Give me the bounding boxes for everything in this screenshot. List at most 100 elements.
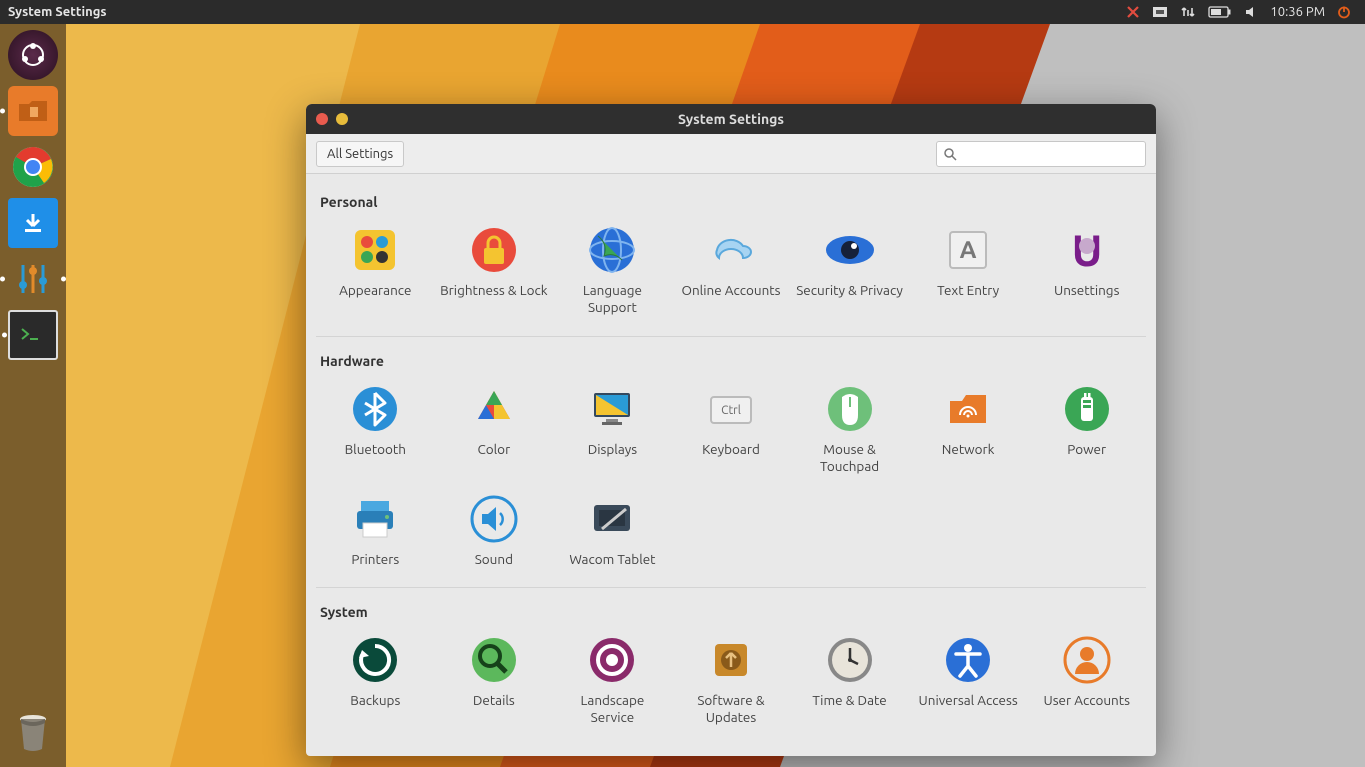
section-title: System <box>316 598 1146 628</box>
settings-item-label: Printers <box>351 551 399 568</box>
launcher-dash[interactable] <box>8 30 58 80</box>
all-settings-button[interactable]: All Settings <box>316 141 404 167</box>
settings-item-label: Language Support <box>558 282 666 316</box>
time-date-icon <box>824 634 876 686</box>
battery-indicator-icon[interactable] <box>1202 0 1238 24</box>
software-updates-icon <box>705 634 757 686</box>
search-icon <box>943 147 957 161</box>
settings-item-text-entry[interactable]: Text Entry <box>909 218 1028 328</box>
search-input[interactable] <box>963 147 1139 161</box>
settings-item-brightness-lock[interactable]: Brightness & Lock <box>435 218 554 328</box>
settings-item-label: Unsettings <box>1054 282 1119 299</box>
displays-icon <box>586 383 638 435</box>
search-box[interactable] <box>936 141 1146 167</box>
power-menu-icon[interactable] <box>1331 0 1357 24</box>
settings-item-printers[interactable]: Printers <box>316 487 435 580</box>
color-icon <box>468 383 520 435</box>
text-entry-icon <box>942 224 994 276</box>
settings-item-label: Sound <box>475 551 513 568</box>
close-indicator-icon[interactable] <box>1120 0 1146 24</box>
sound-indicator-icon[interactable] <box>1238 0 1264 24</box>
settings-item-backups[interactable]: Backups <box>316 628 435 738</box>
online-accounts-icon <box>705 224 757 276</box>
settings-item-label: Brightness & Lock <box>440 282 548 299</box>
settings-item-label: Power <box>1067 441 1106 458</box>
settings-item-label: Network <box>942 441 995 458</box>
settings-item-label: Mouse & Touchpad <box>796 441 904 475</box>
settings-item-language[interactable]: Language Support <box>553 218 672 328</box>
printers-icon <box>349 493 401 545</box>
settings-item-bluetooth[interactable]: Bluetooth <box>316 377 435 487</box>
launcher-terminal[interactable] <box>8 310 58 360</box>
power-icon <box>1061 383 1113 435</box>
settings-item-displays[interactable]: Displays <box>553 377 672 487</box>
settings-item-label: Backups <box>350 692 400 709</box>
settings-item-sound[interactable]: Sound <box>435 487 554 580</box>
launcher-trash[interactable] <box>8 707 58 757</box>
settings-item-color[interactable]: Color <box>435 377 554 487</box>
sound-icon <box>468 493 520 545</box>
details-icon <box>468 634 520 686</box>
settings-item-label: Security & Privacy <box>796 282 903 299</box>
all-settings-label: All Settings <box>327 147 393 161</box>
settings-item-power[interactable]: Power <box>1027 377 1146 487</box>
launcher-chrome[interactable] <box>8 142 58 192</box>
settings-item-mouse[interactable]: Mouse & Touchpad <box>790 377 909 487</box>
window-toolbar: All Settings <box>306 134 1156 174</box>
settings-item-label: Keyboard <box>702 441 760 458</box>
window-minimize-button[interactable] <box>336 113 348 125</box>
settings-item-label: Color <box>477 441 510 458</box>
window-close-button[interactable] <box>316 113 328 125</box>
keyboard-icon <box>705 383 757 435</box>
settings-item-software-updates[interactable]: Software & Updates <box>672 628 791 738</box>
network-icon <box>942 383 994 435</box>
network-indicator-icon[interactable] <box>1174 0 1202 24</box>
settings-item-label: Universal Access <box>919 692 1018 709</box>
window-titlebar[interactable]: System Settings <box>306 104 1156 134</box>
settings-item-security-privacy[interactable]: Security & Privacy <box>790 218 909 328</box>
launcher-files[interactable] <box>8 86 58 136</box>
launcher <box>0 24 66 767</box>
settings-item-online-accounts[interactable]: Online Accounts <box>672 218 791 328</box>
brightness-lock-icon <box>468 224 520 276</box>
settings-item-label: Online Accounts <box>682 282 781 299</box>
settings-item-label: Text Entry <box>937 282 999 299</box>
wacom-icon <box>586 493 638 545</box>
settings-item-network[interactable]: Network <box>909 377 1028 487</box>
universal-access-icon <box>942 634 994 686</box>
settings-item-time-date[interactable]: Time & Date <box>790 628 909 738</box>
backups-icon <box>349 634 401 686</box>
window-title: System Settings <box>306 111 1156 127</box>
settings-item-details[interactable]: Details <box>435 628 554 738</box>
top-panel: System Settings 10:36 PM <box>0 0 1365 24</box>
settings-item-user-accounts[interactable]: User Accounts <box>1027 628 1146 738</box>
launcher-settings-sliders[interactable] <box>8 254 58 304</box>
launcher-download[interactable] <box>8 198 58 248</box>
settings-item-label: Details <box>473 692 515 709</box>
keyboard-layout-indicator[interactable] <box>1146 0 1174 24</box>
section-title: Hardware <box>316 347 1146 377</box>
settings-item-unsettings[interactable]: Unsettings <box>1027 218 1146 328</box>
mouse-icon <box>824 383 876 435</box>
settings-item-label: Wacom Tablet <box>569 551 655 568</box>
security-privacy-icon <box>824 224 876 276</box>
settings-item-label: Bluetooth <box>345 441 406 458</box>
settings-item-label: User Accounts <box>1043 692 1129 709</box>
settings-item-universal-access[interactable]: Universal Access <box>909 628 1028 738</box>
bluetooth-icon <box>349 383 401 435</box>
section-title: Personal <box>316 188 1146 218</box>
clock[interactable]: 10:36 PM <box>1264 0 1331 24</box>
settings-item-wacom[interactable]: Wacom Tablet <box>553 487 672 580</box>
settings-item-keyboard[interactable]: Keyboard <box>672 377 791 487</box>
settings-item-label: Software & Updates <box>677 692 785 726</box>
settings-item-label: Time & Date <box>812 692 886 709</box>
appearance-icon <box>349 224 401 276</box>
landscape-icon <box>586 634 638 686</box>
system-settings-window: System Settings All Settings PersonalApp… <box>306 104 1156 756</box>
active-app-title: System Settings <box>8 5 107 19</box>
unsettings-icon <box>1061 224 1113 276</box>
settings-item-appearance[interactable]: Appearance <box>316 218 435 328</box>
language-icon <box>586 224 638 276</box>
user-accounts-icon <box>1061 634 1113 686</box>
settings-item-landscape[interactable]: Landscape Service <box>553 628 672 738</box>
